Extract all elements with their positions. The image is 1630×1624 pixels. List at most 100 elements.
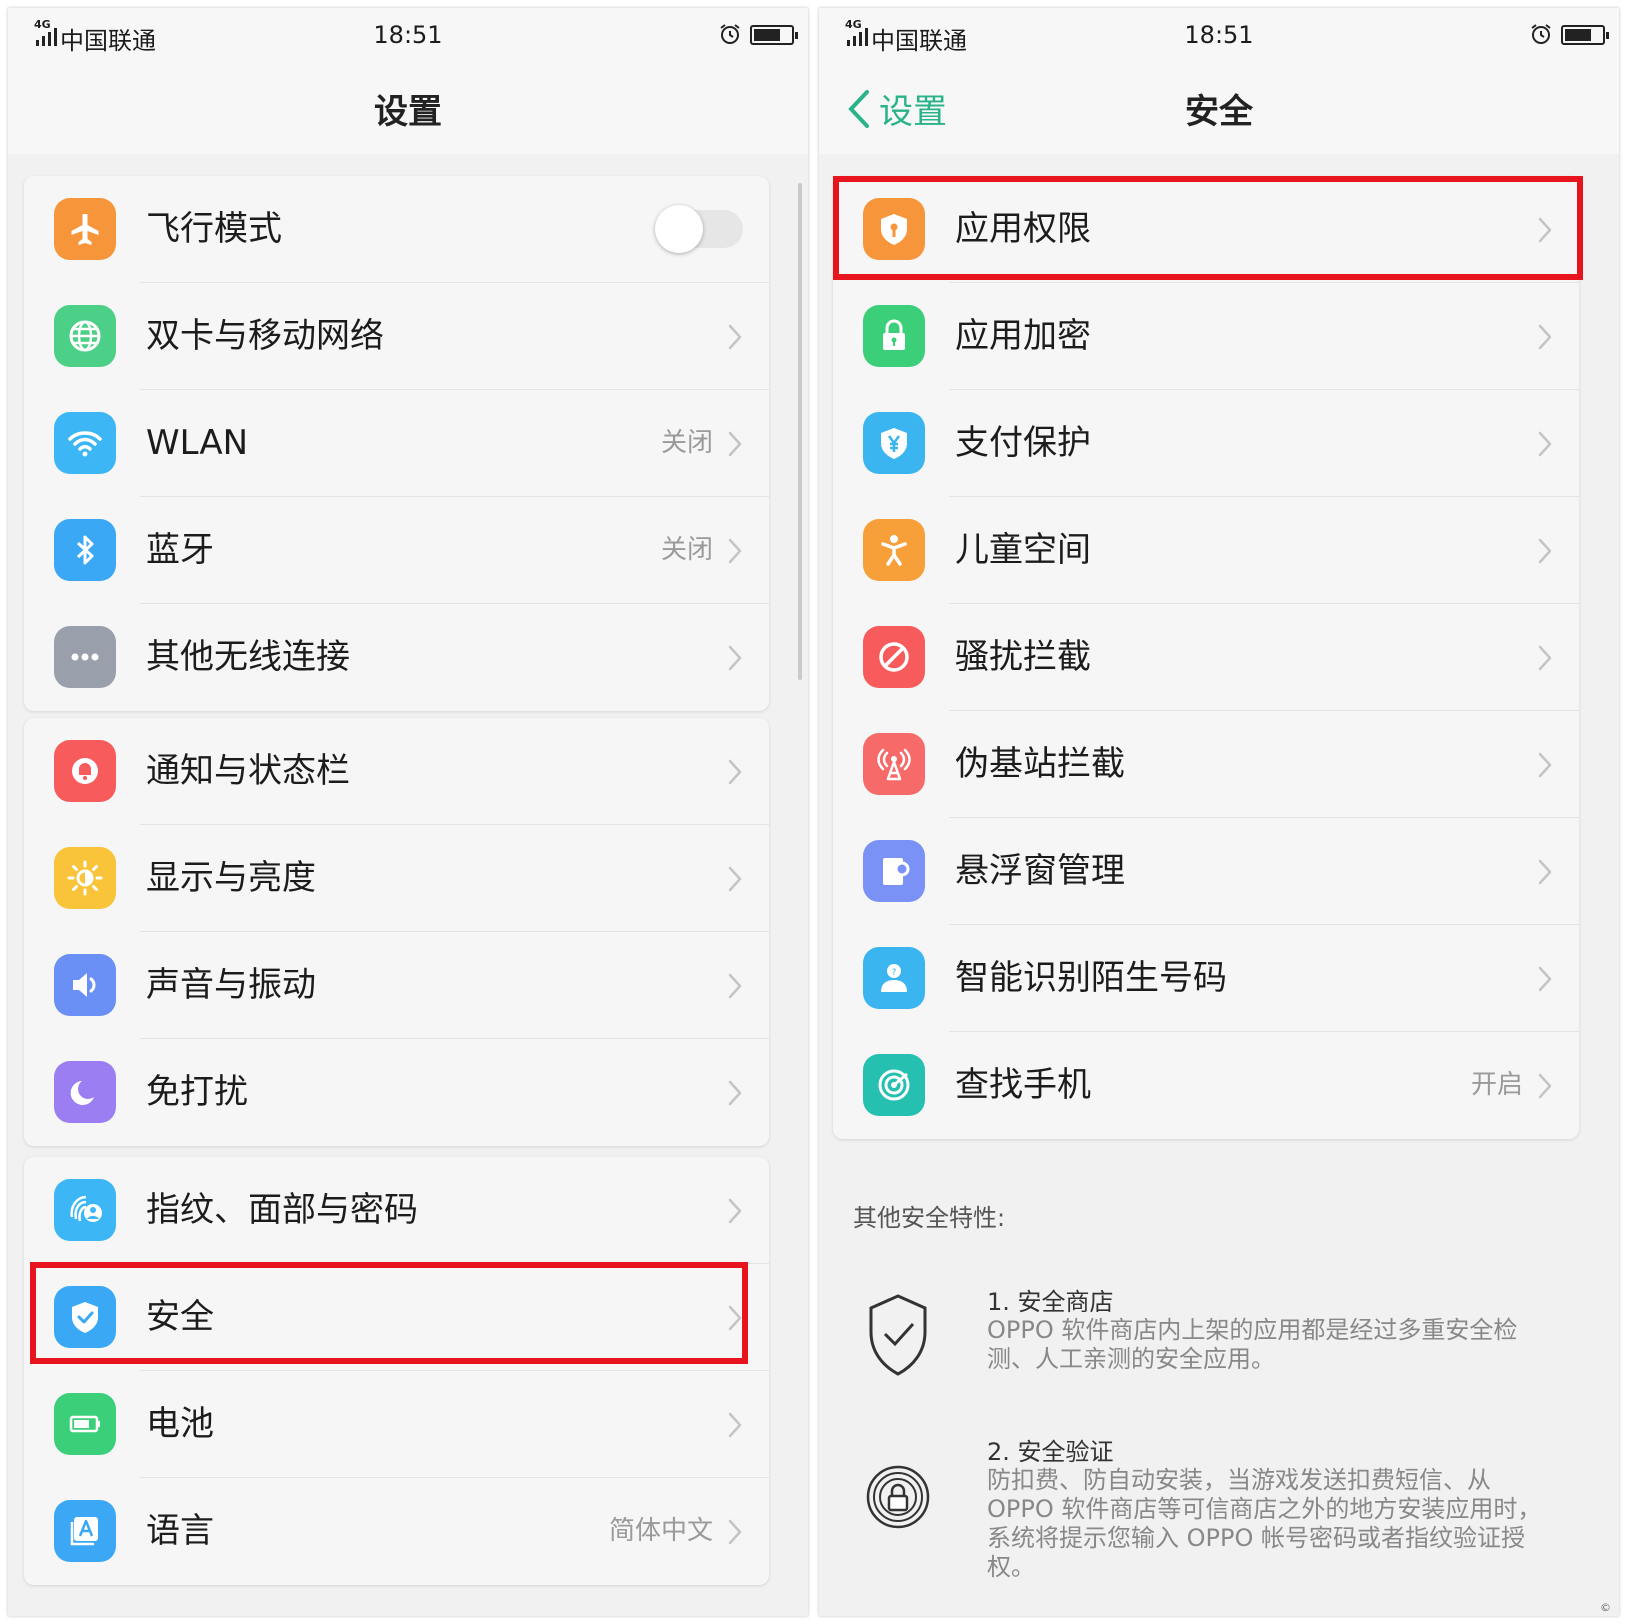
highlight-box-security	[30, 1262, 748, 1364]
airplane-mode-toggle[interactable]	[655, 205, 743, 253]
settings-row-dual-sim[interactable]: 双卡与移动网络	[24, 283, 769, 390]
chevron-right-icon	[728, 866, 742, 892]
settings-row-floating-window[interactable]: 悬浮窗管理	[833, 818, 1579, 925]
row-label: 应用加密	[955, 316, 1091, 356]
settings-group-display: 通知与状态栏 显示与亮度声音与振动免打扰	[24, 718, 769, 1146]
brightness-icon	[54, 847, 116, 909]
wifi-icon	[54, 412, 116, 474]
language-icon	[54, 1500, 116, 1562]
status-bar: 4G 中国联通 18:51	[819, 8, 1619, 64]
settings-row-airplane-mode[interactable]: 飞行模式	[24, 176, 769, 283]
settings-row-fake-base-station-block[interactable]: 伪基站拦截	[833, 711, 1579, 818]
settings-row-do-not-disturb[interactable]: 免打扰	[24, 1039, 769, 1146]
security-screen: 4G 中国联通 18:51 设置 安全 应用权限 应用加密 支付保护 儿童空间 骚扰拦截…	[819, 8, 1619, 1616]
nav-bar: 设置	[8, 64, 808, 154]
chevron-right-icon	[728, 973, 742, 999]
row-value: 简体中文	[608, 1516, 713, 1546]
settings-row-unknown-number[interactable]: ? 智能识别陌生号码	[833, 925, 1579, 1032]
feature-security-verification: 2. 安全验证 防扣费、防自动安装，当游戏发送扣费短信、从 OPPO 软件商店等…	[853, 1432, 1559, 1581]
security-options-list: 应用权限 应用加密 支付保护 儿童空间 骚扰拦截 伪基站拦截 悬浮窗管理? 智能识别陌生号码查…	[833, 176, 1579, 1139]
scrollbar[interactable]	[798, 183, 802, 680]
row-label: 语言	[146, 1511, 214, 1551]
settings-row-display[interactable]: 显示与亮度	[24, 825, 769, 932]
row-label: 飞行模式	[146, 209, 282, 249]
chevron-right-icon	[728, 324, 742, 350]
battery-status-icon	[1561, 25, 1609, 45]
chevron-right-icon	[1538, 538, 1552, 564]
chevron-right-icon	[1538, 1073, 1552, 1099]
alarm-icon	[720, 24, 740, 44]
moon-icon	[54, 1061, 116, 1123]
settings-row-harassment-block[interactable]: 骚扰拦截	[833, 604, 1579, 711]
chevron-right-icon	[728, 431, 742, 457]
settings-row-payment-protection[interactable]: 支付保护	[833, 390, 1579, 497]
settings-row-kids-space[interactable]: 儿童空间	[833, 497, 1579, 604]
antenna-icon	[863, 733, 925, 795]
row-label: 电池	[146, 1404, 214, 1444]
globe-icon	[54, 305, 116, 367]
feature-safe-store: 1. 安全商店 OPPO 软件商店内上架的应用都是经过多重安全检测、人工亲测的安…	[853, 1282, 1559, 1382]
chevron-right-icon	[1538, 752, 1552, 778]
status-bar: 4G 中国联通 18:51	[8, 8, 808, 64]
settings-group-security: 指纹、面部与密码 安全 电池 语言 简体中文	[24, 1157, 769, 1585]
row-label: 显示与亮度	[146, 858, 316, 898]
other-features-title: 其他安全特性:	[853, 1204, 1006, 1232]
unknown-caller-icon: ?	[863, 947, 925, 1009]
floating-window-icon	[863, 840, 925, 902]
page-title: 设置	[374, 92, 442, 132]
shield-yen-icon	[863, 412, 925, 474]
settings-row-language[interactable]: 语言 简体中文	[24, 1478, 769, 1585]
row-label: 通知与状态栏	[146, 751, 350, 791]
lock-icon	[863, 305, 925, 367]
settings-row-battery[interactable]: 电池	[24, 1371, 769, 1478]
settings-row-find-phone[interactable]: 查找手机 开启	[833, 1032, 1579, 1139]
row-label: 蓝牙	[146, 530, 214, 570]
settings-row-other-wireless[interactable]: 其他无线连接	[24, 604, 769, 711]
fingerprint-lock-icon	[866, 1465, 930, 1529]
watermark: ©	[1600, 1601, 1611, 1614]
settings-group-connectivity: 飞行模式 双卡与移动网络 WLAN 关闭 蓝牙 关闭 其他无线连接	[24, 176, 769, 711]
speaker-icon	[54, 954, 116, 1016]
row-value: 关闭	[660, 535, 713, 565]
chevron-right-icon	[728, 1080, 742, 1106]
row-label: WLAN	[146, 423, 249, 463]
row-label: 伪基站拦截	[955, 744, 1125, 784]
chevron-right-icon	[728, 1198, 742, 1224]
row-value: 关闭	[660, 428, 713, 458]
row-label: 其他无线连接	[146, 637, 350, 677]
chevron-right-icon	[728, 1412, 742, 1438]
row-label: 指纹、面部与密码	[146, 1190, 418, 1230]
bell-icon	[54, 740, 116, 802]
page-title: 安全	[1185, 92, 1253, 132]
alarm-icon	[1531, 24, 1551, 44]
nav-bar: 设置 安全	[819, 64, 1619, 154]
row-label: 骚扰拦截	[955, 637, 1091, 677]
feature-description: 防扣费、防自动安装，当游戏发送扣费短信、从 OPPO 软件商店等可信商店之外的地…	[987, 1466, 1542, 1581]
more-icon	[54, 626, 116, 688]
highlight-box-app-permissions	[833, 176, 1583, 280]
settings-row-app-encryption[interactable]: 应用加密	[833, 283, 1579, 390]
settings-row-bluetooth[interactable]: 蓝牙 关闭	[24, 497, 769, 604]
child-icon	[863, 519, 925, 581]
row-label: 双卡与移动网络	[146, 316, 384, 356]
settings-row-fingerprint-face-password[interactable]: 指纹、面部与密码	[24, 1157, 769, 1264]
radar-icon	[863, 1054, 925, 1116]
chevron-right-icon	[1538, 324, 1552, 350]
row-label: 查找手机	[955, 1065, 1091, 1105]
row-label: 声音与振动	[146, 965, 316, 1005]
row-label: 智能识别陌生号码	[955, 958, 1227, 998]
settings-row-notifications[interactable]: 通知与状态栏	[24, 718, 769, 825]
row-label: 悬浮窗管理	[955, 851, 1125, 891]
chevron-right-icon	[1538, 859, 1552, 885]
svg-text:?: ?	[892, 968, 897, 978]
fingerprint-face-icon	[54, 1179, 116, 1241]
settings-row-sound[interactable]: 声音与振动	[24, 932, 769, 1039]
row-label: 免打扰	[146, 1072, 248, 1112]
status-time: 18:51	[1184, 21, 1254, 49]
bluetooth-icon	[54, 519, 116, 581]
battery-icon	[54, 1393, 116, 1455]
chevron-right-icon	[728, 759, 742, 785]
settings-row-wlan[interactable]: WLAN 关闭	[24, 390, 769, 497]
row-label: 儿童空间	[955, 530, 1091, 570]
chevron-right-icon	[1538, 966, 1552, 992]
